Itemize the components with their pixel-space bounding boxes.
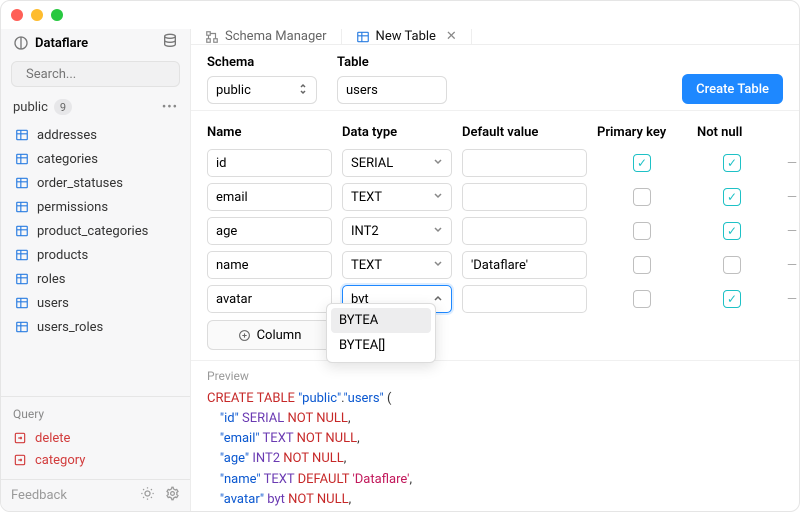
column-type-select[interactable] bbox=[342, 183, 452, 211]
app-window: Dataflare public 9 ••• addressescategori… bbox=[0, 0, 800, 512]
columns-header: Name Data type Default value Primary key… bbox=[207, 121, 783, 146]
more-icon[interactable]: ••• bbox=[162, 100, 178, 115]
sidebar: Dataflare public 9 ••• addressescategori… bbox=[1, 29, 191, 511]
schema-select[interactable]: public bbox=[207, 76, 317, 104]
column-name-input[interactable] bbox=[207, 183, 332, 211]
query-section-title: Query bbox=[1, 405, 190, 427]
preview-title: Preview bbox=[207, 369, 783, 383]
create-table-button[interactable]: Create Table bbox=[682, 74, 783, 104]
chevron-down-icon bbox=[433, 258, 443, 272]
table-item-categories[interactable]: categories bbox=[5, 147, 186, 171]
column-name-input[interactable] bbox=[207, 217, 332, 245]
datatype-option[interactable]: BYTEA[] bbox=[331, 333, 431, 358]
primary-key-checkbox[interactable] bbox=[633, 188, 651, 206]
table-item-permissions[interactable]: permissions bbox=[5, 195, 186, 219]
tab-schema-manager[interactable]: Schema Manager bbox=[191, 29, 342, 44]
column-name-input[interactable] bbox=[207, 285, 332, 313]
main-panel: Schema ManagerNew Table✕ Schema public T… bbox=[191, 29, 799, 511]
app-brand: Dataflare bbox=[13, 35, 88, 51]
columns-editor: Name Data type Default value Primary key… bbox=[191, 111, 799, 360]
table-item-users[interactable]: users bbox=[5, 291, 186, 315]
not-null-checkbox[interactable] bbox=[723, 188, 741, 206]
plus-icon bbox=[238, 329, 251, 342]
column-default-input[interactable] bbox=[462, 149, 587, 177]
table-field-label: Table bbox=[337, 55, 447, 70]
datatype-dropdown[interactable]: BYTEABYTEA[] bbox=[326, 303, 436, 363]
schema-label: public bbox=[13, 100, 48, 115]
chevron-down-icon bbox=[433, 224, 443, 238]
close-window-icon[interactable] bbox=[11, 9, 23, 21]
query-item-delete[interactable]: delete bbox=[1, 427, 190, 449]
theme-icon[interactable] bbox=[140, 486, 155, 505]
titlebar bbox=[1, 1, 799, 29]
window-controls bbox=[11, 9, 63, 21]
table-name-input[interactable] bbox=[337, 76, 447, 104]
tab-close-icon[interactable]: ✕ bbox=[446, 29, 457, 44]
database-icon[interactable] bbox=[162, 33, 178, 53]
remove-column-button[interactable]: — bbox=[777, 292, 800, 307]
remove-column-button[interactable]: — bbox=[777, 156, 800, 171]
table-item-roles[interactable]: roles bbox=[5, 267, 186, 291]
not-null-checkbox[interactable] bbox=[723, 290, 741, 308]
remove-column-button[interactable]: — bbox=[777, 190, 800, 205]
schema-field-label: Schema bbox=[207, 55, 317, 70]
column-row: — bbox=[207, 146, 783, 180]
primary-key-checkbox[interactable] bbox=[633, 290, 651, 308]
sql-preview: Preview CREATE TABLE "public"."users" ( … bbox=[191, 360, 799, 512]
minimize-window-icon[interactable] bbox=[31, 9, 43, 21]
column-default-input[interactable] bbox=[462, 285, 587, 313]
chevron-updown-icon bbox=[298, 83, 308, 98]
table-item-product_categories[interactable]: product_categories bbox=[5, 219, 186, 243]
chevron-down-icon bbox=[433, 156, 443, 170]
column-row: — bbox=[207, 248, 783, 282]
column-default-input[interactable] bbox=[462, 183, 587, 211]
feedback-link[interactable]: Feedback bbox=[11, 488, 67, 503]
schema-selector[interactable]: public 9 ••• bbox=[1, 95, 190, 123]
column-default-input[interactable] bbox=[462, 217, 587, 245]
search-input[interactable] bbox=[11, 61, 180, 87]
column-row: — bbox=[207, 214, 783, 248]
table-tree: addressescategoriesorder_statusespermiss… bbox=[1, 123, 190, 396]
column-name-input[interactable] bbox=[207, 251, 332, 279]
column-default-input[interactable] bbox=[462, 251, 587, 279]
maximize-window-icon[interactable] bbox=[51, 9, 63, 21]
table-form: Schema public Table Create Table bbox=[191, 45, 799, 111]
column-type-select[interactable] bbox=[342, 149, 452, 177]
chevron-up-icon bbox=[433, 292, 443, 306]
not-null-checkbox[interactable] bbox=[723, 154, 741, 172]
remove-column-button[interactable]: — bbox=[777, 224, 800, 239]
table-count-badge: 9 bbox=[54, 99, 72, 115]
app-name: Dataflare bbox=[35, 36, 88, 51]
table-item-addresses[interactable]: addresses bbox=[5, 123, 186, 147]
not-null-checkbox[interactable] bbox=[723, 256, 741, 274]
remove-column-button[interactable]: — bbox=[777, 258, 800, 273]
tab-new-table[interactable]: New Table✕ bbox=[342, 29, 472, 44]
table-item-products[interactable]: products bbox=[5, 243, 186, 267]
primary-key-checkbox[interactable] bbox=[633, 154, 651, 172]
column-name-input[interactable] bbox=[207, 149, 332, 177]
settings-icon[interactable] bbox=[165, 486, 180, 505]
primary-key-checkbox[interactable] bbox=[633, 256, 651, 274]
column-row: — bbox=[207, 180, 783, 214]
not-null-checkbox[interactable] bbox=[723, 222, 741, 240]
tab-bar: Schema ManagerNew Table✕ bbox=[191, 29, 799, 45]
table-item-users_roles[interactable]: users_roles bbox=[5, 315, 186, 339]
column-type-select[interactable] bbox=[342, 251, 452, 279]
brand-icon bbox=[13, 35, 29, 51]
query-item-category[interactable]: category bbox=[1, 449, 190, 471]
chevron-down-icon bbox=[433, 190, 443, 204]
column-type-select[interactable] bbox=[342, 217, 452, 245]
sql-code: CREATE TABLE "public"."users" ( "id" SER… bbox=[207, 389, 783, 512]
primary-key-checkbox[interactable] bbox=[633, 222, 651, 240]
add-column-button[interactable]: Column bbox=[207, 320, 332, 350]
column-row: — bbox=[207, 282, 783, 316]
datatype-option[interactable]: BYTEA bbox=[331, 308, 431, 333]
table-item-order_statuses[interactable]: order_statuses bbox=[5, 171, 186, 195]
